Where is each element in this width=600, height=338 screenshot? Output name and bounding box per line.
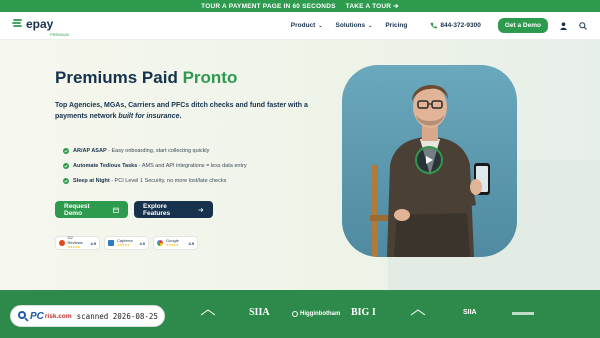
play-icon (426, 156, 433, 164)
phone-number: 844-372-9300 (440, 22, 481, 29)
watermark-badge: PC risk.com scanned 2026-08-25 (10, 305, 165, 327)
phone-link[interactable]: 844-372-9300 (430, 22, 481, 29)
scan-date-text: scanned 2026-08-25 (76, 311, 158, 321)
hero-title-main: Premiums Paid (55, 68, 183, 87)
google-logo-icon (157, 240, 163, 246)
get-demo-button[interactable]: Get a Demo (497, 18, 548, 33)
user-icon[interactable] (558, 21, 568, 31)
review-score: 4.9 (139, 240, 145, 246)
phone-icon (431, 22, 438, 29)
partner-logo-icon (200, 309, 216, 316)
logo-subtext: PREMIUM (50, 31, 69, 37)
g2-logo-icon (59, 240, 65, 246)
review-badge-google[interactable]: Google ★★★★★ 4.9 (153, 236, 198, 250)
feature-title: Automate Tedious Tasks (73, 162, 138, 169)
search-icon[interactable] (578, 21, 588, 31)
magnifier-icon (18, 311, 29, 322)
partner-name: Higginbotham (300, 311, 341, 317)
hero-subtitle: Top Agencies, MGAs, Carriers and PFCs di… (55, 101, 330, 122)
star-rating: ★★★★★ (117, 243, 130, 247)
feature-desc: - AMS and API integrations = less data e… (137, 162, 247, 169)
feature-desc: - Easy onboarding, start collecting quic… (106, 147, 210, 154)
partner-logo-siia: SIIA (249, 307, 270, 318)
review-source: G2 Reviews (67, 235, 83, 245)
chevron-down-icon: ⌄ (368, 22, 373, 29)
nav-pricing-label: Pricing (385, 22, 408, 29)
partner-logo-siia-small: SIIA (463, 309, 477, 316)
check-icon (63, 162, 69, 169)
hero-title-accent: Pronto (182, 68, 238, 87)
feature-item: Sleep at Night - PCI Level 1 Security, n… (63, 173, 247, 188)
calendar-icon (113, 207, 119, 213)
hero-subtitle-end: . (179, 112, 182, 120)
main-nav: epay PREMIUM Product ⌄ Solutions ⌄ Prici… (0, 12, 600, 40)
take-tour-link[interactable]: TAKE A TOUR ➔ (346, 2, 399, 10)
pcrisk-brand: PC (30, 310, 44, 322)
check-icon (63, 177, 69, 184)
promo-message: TOUR A PAYMENT PAGE IN 60 SECONDS (201, 2, 336, 10)
arrow-right-icon (198, 207, 204, 212)
request-demo-label: Request Demo (64, 202, 90, 217)
review-score: 4.9 (188, 240, 194, 246)
partner-logo-icon (410, 309, 426, 316)
request-demo-button[interactable]: Request Demo (55, 201, 128, 218)
nav-solutions-label: Solutions (335, 22, 366, 29)
nav-product-label: Product (290, 22, 316, 29)
hero-subtitle-em: built for insurance (118, 112, 180, 120)
epay-logo[interactable]: epay PREMIUM (12, 15, 69, 37)
review-badges: G2 Reviews ★★★★★ 4.9 Capterra ★★★★★ 4.9 Go… (55, 236, 198, 250)
logo-text: epay (26, 16, 54, 31)
feature-item: AR/AP ASAP - Easy onboarding, start coll… (63, 143, 247, 158)
explore-features-button[interactable]: Explore Features (134, 201, 213, 218)
pcrisk-brand-domain: risk.com (44, 312, 72, 320)
feature-item: Automate Tedious Tasks - AMS and API int… (63, 158, 247, 173)
epay-logo-icon (12, 18, 22, 27)
promo-bar: TOUR A PAYMENT PAGE IN 60 SECONDS TAKE A… (0, 0, 600, 12)
higginbotham-mark-icon (292, 311, 298, 317)
feature-desc: - PCI Level 1 Security, no more lost/lat… (109, 177, 227, 184)
feature-title: AR/AP ASAP (73, 147, 107, 154)
partner-logo-higginbotham: Higginbotham (292, 311, 340, 317)
hero-title: Premiums Paid Pronto (55, 68, 237, 88)
nav-solutions[interactable]: Solutions ⌄ (336, 22, 373, 29)
review-score: 4.9 (90, 240, 96, 246)
check-icon (63, 147, 69, 154)
capterra-logo-icon (108, 240, 114, 246)
partner-logo-placeholder (512, 312, 534, 315)
review-badge-capterra[interactable]: Capterra ★★★★★ 4.9 (104, 236, 149, 250)
pcrisk-logo: PC risk.com (17, 310, 72, 322)
feature-list: AR/AP ASAP - Easy onboarding, start coll… (63, 143, 247, 188)
nav-pricing[interactable]: Pricing (385, 22, 407, 29)
review-badge-g2[interactable]: G2 Reviews ★★★★★ 4.9 (55, 236, 100, 250)
nav-product[interactable]: Product ⌄ (291, 22, 323, 29)
star-rating: ★★★★★ (67, 245, 81, 250)
partner-logo-bigi: BIG I (351, 307, 376, 318)
explore-features-label: Explore Features (143, 202, 171, 217)
star-rating: ★★★★★ (166, 243, 179, 247)
play-video-button[interactable] (415, 146, 443, 174)
feature-title: Sleep at Night (73, 177, 110, 184)
chevron-down-icon: ⌄ (318, 22, 323, 29)
